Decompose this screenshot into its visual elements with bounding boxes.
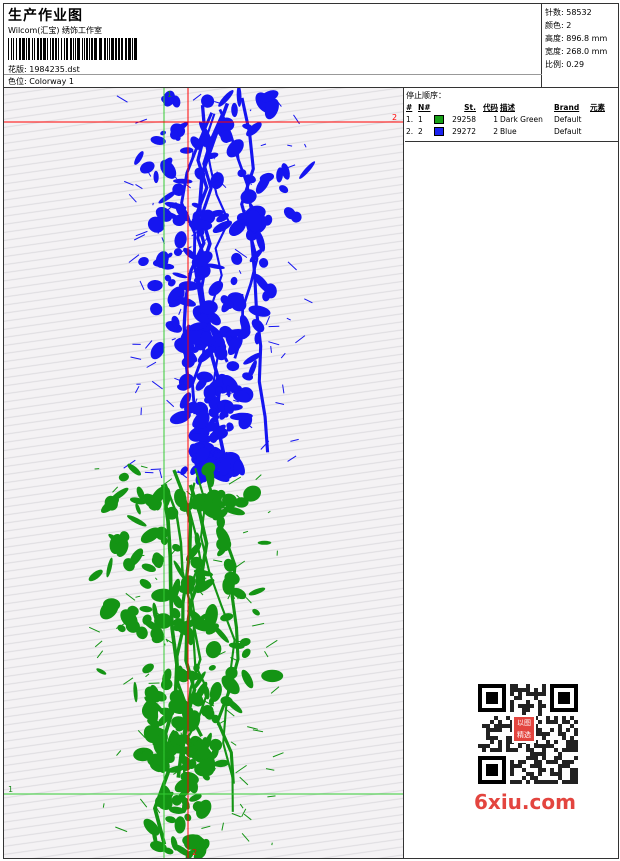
- embroidery-preview: 1 2 1 2: [4, 88, 403, 858]
- col-index: #: [406, 102, 413, 112]
- row-description: Dark Green: [500, 114, 543, 124]
- row-description: Blue: [500, 126, 517, 136]
- stitch-count: 针数: 58532: [545, 8, 592, 17]
- guide-label-red-v: 2: [192, 848, 197, 857]
- design-file: 花版: 1984235.dst: [8, 65, 80, 74]
- design-height: 高度: 896.8 mm: [545, 34, 608, 43]
- watermark: 以图 精选 6xiu.com: [470, 680, 586, 815]
- guide-label-green-v: 1: [167, 90, 172, 99]
- guide-label-green-h: 1: [8, 785, 13, 794]
- table-divider: [405, 141, 618, 142]
- row-code: 1: [493, 114, 498, 124]
- barcode-icon: [8, 38, 137, 60]
- color-swatch: [434, 126, 444, 136]
- watermark-stamp: 以图 精选: [512, 715, 536, 743]
- green-floral-motif: [88, 462, 284, 858]
- studio-name: Wilcom(汇宝) 绣饰工作室: [8, 26, 103, 35]
- color-count: 颜色: 2: [545, 21, 572, 30]
- row-index: 2.: [406, 126, 414, 136]
- guide-label-red-h: 2: [392, 113, 397, 122]
- col-n: N#: [418, 102, 431, 112]
- header-divider: [4, 74, 542, 75]
- col-code: 代码: [483, 102, 498, 112]
- row-element: [589, 113, 618, 125]
- colorway-label: 色位: Colorway 1: [8, 77, 74, 86]
- page-title: 生产作业图: [8, 8, 83, 24]
- stop-sequence-table: # N# St. 代码 描述 Brand 元素 1. 1 29258 1 Dar…: [405, 101, 618, 137]
- design-preview-canvas[interactable]: 1 2 1 2: [4, 88, 404, 858]
- row-brand: Default: [554, 126, 582, 136]
- header-info: 生产作业图 Wilcom(汇宝) 绣饰工作室 花版: 1984235.dst 色…: [4, 4, 542, 88]
- stats-box: 针数: 58532 颜色: 2 高度: 896.8 mm 宽度: 268.0 m…: [542, 4, 618, 88]
- row-index: 1.: [406, 114, 414, 124]
- col-swatch: [433, 101, 447, 113]
- row-element: [589, 125, 618, 137]
- watermark-site: 6xiu.com: [474, 790, 576, 814]
- row-brand: Default: [554, 114, 582, 124]
- row-code: 2: [493, 126, 498, 136]
- col-element: 元素: [590, 102, 605, 112]
- design-scale: 比例: 0.29: [545, 60, 585, 69]
- design-width: 宽度: 268.0 mm: [545, 47, 608, 56]
- stop-sequence-title: 停止顺序：: [406, 91, 446, 100]
- row-n: 2: [418, 126, 423, 136]
- table-header-row: # N# St. 代码 描述 Brand 元素: [405, 101, 618, 113]
- col-description: 描述: [500, 102, 515, 112]
- row-stitches: 29258: [452, 114, 476, 124]
- table-row[interactable]: 2. 2 29272 2 Blue Default: [405, 125, 618, 137]
- table-row[interactable]: 1. 1 29258 1 Dark Green Default: [405, 113, 618, 125]
- col-stitches: St.: [464, 102, 476, 112]
- col-brand: Brand: [554, 102, 580, 112]
- row-stitches: 29272: [452, 126, 476, 136]
- color-swatch: [434, 114, 444, 124]
- row-n: 1: [418, 114, 423, 124]
- blue-floral-motif: [116, 88, 316, 485]
